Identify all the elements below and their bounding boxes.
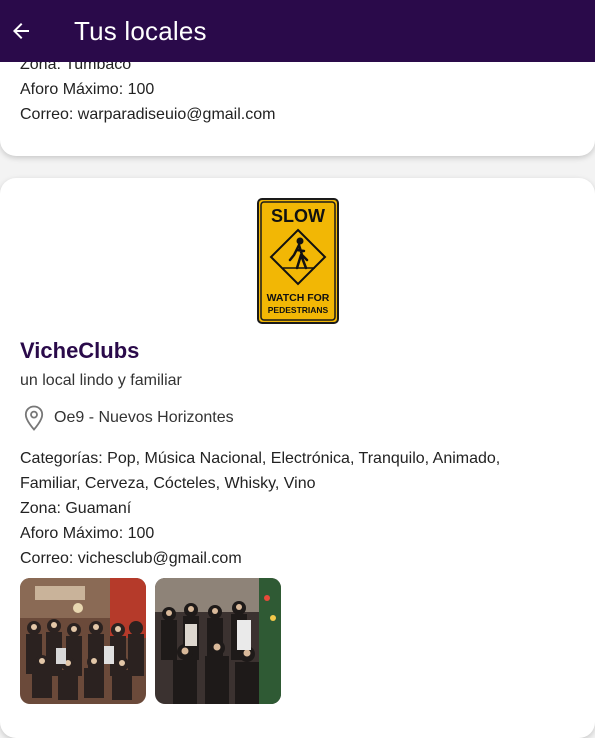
venue-photo-2[interactable] xyxy=(155,578,281,704)
logo-text-pedestrians: PEDESTRIANS xyxy=(268,305,329,315)
location-pin-icon xyxy=(24,405,44,431)
venue-logo: SLOW WATCH FOR PEDESTRIANS xyxy=(257,198,339,324)
logo-text-watch: WATCH FOR xyxy=(267,292,330,304)
venue-location: Oe9 - Nuevos Horizontes xyxy=(24,404,234,432)
correo-text: Correo: warparadiseuio@gmail.com xyxy=(20,106,276,123)
page-title: Tus locales xyxy=(74,15,207,46)
back-button[interactable] xyxy=(0,10,42,52)
venue-name: VicheClubs xyxy=(20,338,140,363)
logo-text-slow: SLOW xyxy=(271,206,325,226)
aforo-text: Aforo Máximo: 100 xyxy=(20,525,155,542)
venue-card[interactable]: SLOW WATCH FOR PEDESTRIANS VicheClubs un… xyxy=(0,178,595,738)
app-bar: Tus locales xyxy=(0,0,595,62)
categories-line-2: Familiar, Cerveza, Cócteles, Whisky, Vin… xyxy=(20,475,316,492)
venue-tagline: un local lindo y familiar xyxy=(20,372,182,389)
categories-line-1: Categorías: Pop, Música Nacional, Electr… xyxy=(20,450,501,467)
aforo-text: Aforo Máximo: 100 xyxy=(20,81,155,98)
categories-text: Categorías: Pop, Música Nacional, Electr… xyxy=(20,446,580,571)
correo-text: Correo: vichesclub@gmail.com xyxy=(20,550,242,567)
venue-photo-1[interactable] xyxy=(20,578,146,704)
location-text: Oe9 - Nuevos Horizontes xyxy=(54,409,234,426)
zona-text: Zona: Guamaní xyxy=(20,500,132,517)
arrow-back-icon xyxy=(13,23,29,39)
